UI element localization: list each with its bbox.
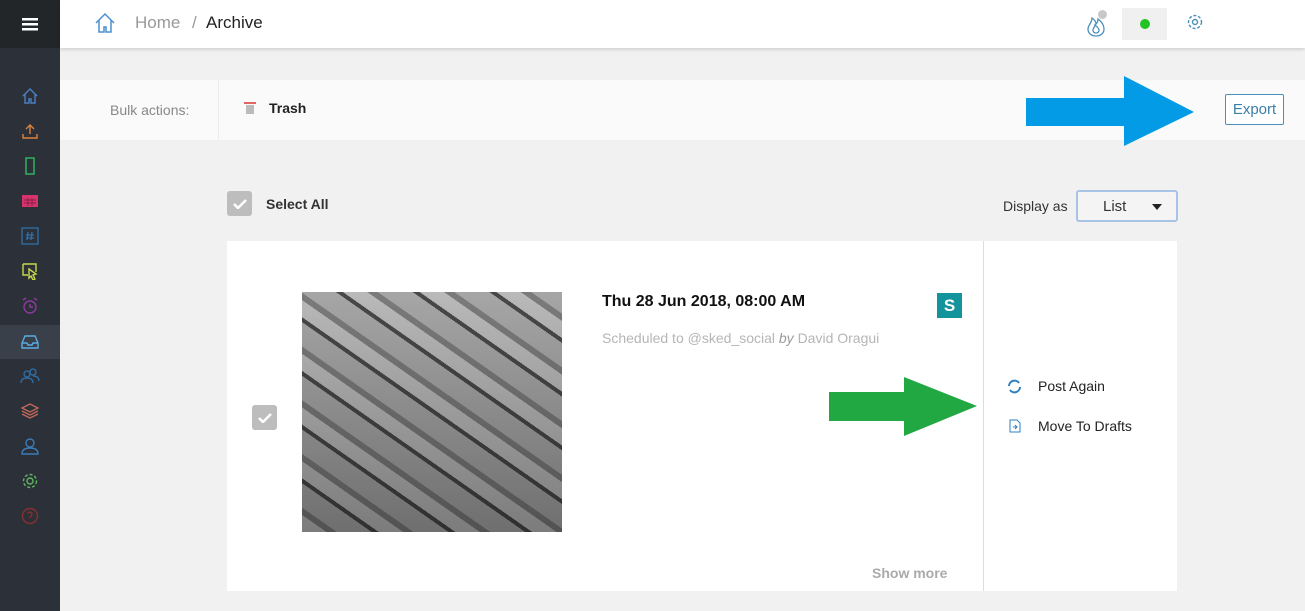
scheduled-to: Scheduled to @sked_social xyxy=(602,330,775,346)
post-card: Thu 28 Jun 2018, 08:00 AM S Scheduled to… xyxy=(227,241,1177,591)
trash-button[interactable]: Trash xyxy=(244,100,306,116)
alarm-icon xyxy=(22,297,38,314)
bulk-actions-label: Bulk actions: xyxy=(110,102,190,118)
move-to-drafts-label: Move To Drafts xyxy=(1038,418,1132,434)
sidebar-item-home[interactable] xyxy=(0,79,60,113)
notification-dot xyxy=(1098,10,1107,19)
annotation-arrow-blue xyxy=(1026,76,1194,146)
caret-down-icon xyxy=(1152,204,1162,210)
help-icon xyxy=(21,507,39,525)
top-header: Home / Archive xyxy=(60,0,1305,48)
display-as-value: List xyxy=(1103,197,1127,215)
post-image[interactable] xyxy=(302,292,562,532)
divider xyxy=(218,80,219,140)
sidebar-item-settings[interactable] xyxy=(0,464,60,498)
sidebar-item-calendar[interactable] xyxy=(0,184,60,218)
cursor-icon xyxy=(22,263,38,280)
settings-icon xyxy=(22,473,38,489)
notifications-button[interactable] xyxy=(1086,10,1108,38)
post-again-button[interactable]: Post Again xyxy=(1007,378,1105,394)
select-all-label[interactable]: Select All xyxy=(266,196,329,212)
sidebar-item-hashtag[interactable] xyxy=(0,219,60,253)
status-indicator[interactable] xyxy=(1122,8,1167,40)
check-icon xyxy=(257,412,272,423)
display-as-label: Display as xyxy=(1003,198,1068,214)
sidebar-item-alarm[interactable] xyxy=(0,289,60,323)
author-name: David Oragui xyxy=(797,330,880,346)
by-label: by xyxy=(778,330,794,346)
calendar-icon xyxy=(22,195,38,207)
post-scheduled-info: Scheduled to @sked_social by David Oragu… xyxy=(602,330,879,346)
divider xyxy=(983,241,984,591)
move-to-drafts-button[interactable]: Move To Drafts xyxy=(1009,418,1132,434)
sidebar-item-help[interactable] xyxy=(0,499,60,533)
sidebar-item-users[interactable] xyxy=(0,359,60,393)
show-more-link[interactable]: Show more xyxy=(872,565,947,581)
post-datetime: Thu 28 Jun 2018, 08:00 AM xyxy=(602,293,806,310)
sidebar xyxy=(0,0,60,611)
user-icon xyxy=(21,438,39,455)
upload-icon xyxy=(22,124,38,139)
check-icon xyxy=(232,198,247,209)
file-icon xyxy=(1009,419,1021,433)
layers-icon xyxy=(21,403,39,419)
home-icon[interactable] xyxy=(94,12,116,34)
post-checkbox[interactable] xyxy=(252,405,277,430)
home-icon xyxy=(22,88,38,104)
breadcrumb-separator: / xyxy=(192,13,197,32)
sidebar-item-archive[interactable] xyxy=(0,325,60,359)
status-dot xyxy=(1139,19,1150,29)
trash-label: Trash xyxy=(269,100,307,116)
annotation-arrow-green xyxy=(829,377,977,436)
post-again-label: Post Again xyxy=(1038,378,1105,394)
hashtag-icon xyxy=(21,227,39,245)
export-button[interactable]: Export xyxy=(1225,94,1284,125)
breadcrumb-home[interactable]: Home xyxy=(135,13,180,33)
breadcrumb-current: Archive xyxy=(206,13,263,32)
settings-icon[interactable] xyxy=(1186,13,1204,31)
sidebar-item-upload[interactable] xyxy=(0,114,60,148)
sidebar-item-phone[interactable] xyxy=(0,149,60,183)
hamburger-icon xyxy=(22,18,38,31)
sidebar-item-cursor[interactable] xyxy=(0,254,60,288)
sidebar-item-account[interactable] xyxy=(0,429,60,463)
display-as-select[interactable]: List xyxy=(1076,190,1178,222)
users-icon xyxy=(20,368,40,384)
menu-toggle-button[interactable] xyxy=(0,0,60,48)
refresh-icon xyxy=(1008,379,1021,393)
phone-icon xyxy=(25,157,35,175)
account-badge: S xyxy=(937,293,962,318)
inbox-icon xyxy=(21,335,39,349)
trash-icon xyxy=(244,102,256,114)
select-all-checkbox[interactable] xyxy=(227,191,252,216)
sidebar-item-layers[interactable] xyxy=(0,394,60,428)
